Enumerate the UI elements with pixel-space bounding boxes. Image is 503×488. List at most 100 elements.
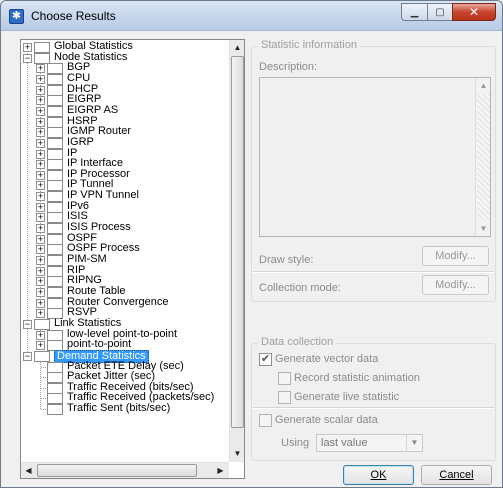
expand-icon[interactable]: +	[36, 170, 45, 180]
tree-checkbox[interactable]	[47, 223, 63, 235]
expand-icon[interactable]: +	[36, 266, 45, 276]
tree-checkbox[interactable]	[47, 329, 63, 341]
tree-checkbox[interactable]	[34, 350, 50, 362]
tree-checkbox[interactable]	[34, 52, 50, 64]
tree-checkbox[interactable]	[47, 286, 63, 298]
tree-item[interactable]: + ISIS Process	[21, 222, 229, 235]
tree-checkbox[interactable]	[47, 276, 63, 288]
expand-icon[interactable]: +	[36, 85, 45, 95]
description-textbox[interactable]: ▲ ▼	[259, 77, 491, 237]
expand-icon[interactable]: +	[23, 43, 32, 52]
scroll-left-arrow-icon[interactable]: ◀	[21, 463, 36, 478]
tree-checkbox[interactable]	[47, 95, 63, 107]
tree-item[interactable]: + IGMP Router	[21, 126, 229, 139]
tree-horizontal-scrollbar[interactable]: ◀ ▶	[21, 462, 229, 478]
tree-checkbox[interactable]	[47, 84, 63, 96]
title-bar[interactable]: ✱ Choose Results ▁ ▢ ✕	[1, 1, 502, 31]
draw-style-modify-button[interactable]: Modify...	[422, 246, 489, 266]
scroll-down-arrow-icon[interactable]: ▼	[230, 446, 245, 461]
expand-icon[interactable]: +	[36, 309, 45, 319]
tree-checkbox[interactable]	[47, 372, 63, 384]
expand-icon[interactable]: +	[36, 330, 45, 340]
tree-checkbox[interactable]	[47, 255, 63, 266]
tree-item[interactable]: + point-to-point	[21, 339, 229, 352]
tree-checkbox[interactable]	[47, 233, 63, 245]
tree-item[interactable]: + IP Processor	[21, 168, 229, 181]
record-animation-checkbox[interactable]	[278, 372, 291, 385]
tree-item[interactable]: + DHCP	[21, 83, 229, 96]
tree-item[interactable]: Traffic Sent (bits/sec)	[21, 403, 229, 416]
tree-checkbox[interactable]	[47, 244, 63, 256]
tree-horizontal-scroll-thumb[interactable]	[37, 464, 197, 477]
tree-checkbox[interactable]	[47, 105, 63, 117]
generate-vector-checkbox[interactable]: ✔	[259, 353, 272, 366]
expand-icon[interactable]: +	[36, 213, 45, 223]
scroll-right-arrow-icon[interactable]: ▶	[213, 463, 228, 478]
expand-icon[interactable]: +	[36, 202, 45, 212]
tree-item[interactable]: − Node Statistics	[21, 51, 229, 64]
tree-item[interactable]: + IPv6	[21, 200, 229, 213]
tree-item[interactable]: + IP VPN Tunnel	[21, 190, 229, 203]
expand-icon[interactable]: +	[36, 106, 45, 116]
expand-icon[interactable]: +	[36, 64, 45, 74]
tree-item[interactable]: + CPU	[21, 72, 229, 85]
tree-checkbox[interactable]	[47, 159, 63, 171]
tree-checkbox[interactable]	[47, 148, 63, 160]
cancel-button[interactable]: Cancel	[421, 465, 492, 485]
tree-vertical-scrollbar[interactable]: ▲ ▼	[229, 40, 244, 462]
tree-checkbox[interactable]	[47, 265, 63, 277]
tree-item[interactable]: + RSVP	[21, 307, 229, 320]
tree-vertical-scroll-thumb[interactable]	[231, 56, 244, 428]
tree-checkbox[interactable]	[47, 116, 63, 128]
tree-checkbox[interactable]	[47, 137, 63, 149]
expand-icon[interactable]: +	[36, 128, 45, 138]
minimize-button[interactable]: ▁	[401, 3, 427, 21]
scroll-up-arrow-icon[interactable]: ▲	[230, 40, 245, 55]
expand-icon[interactable]: +	[36, 256, 45, 265]
using-dropdown[interactable]: last value ▼	[316, 434, 423, 452]
expand-icon[interactable]: +	[36, 277, 45, 287]
generate-live-checkbox[interactable]	[278, 391, 291, 404]
expand-icon[interactable]: +	[36, 138, 45, 148]
expand-icon[interactable]: +	[36, 192, 45, 202]
tree-item[interactable]: + EIGRP AS	[21, 104, 229, 117]
collapse-icon[interactable]: −	[23, 319, 32, 329]
scroll-down-arrow-icon[interactable]: ▼	[476, 221, 491, 236]
tree-item[interactable]: + IP	[21, 147, 229, 160]
tree-checkbox[interactable]	[47, 297, 63, 309]
tree-checkbox[interactable]	[47, 382, 63, 394]
expand-icon[interactable]: +	[36, 96, 45, 106]
tree-checkbox[interactable]	[47, 212, 63, 224]
tree-item[interactable]: + BGP	[21, 62, 229, 75]
tree-checkbox[interactable]	[47, 169, 63, 181]
expand-icon[interactable]: +	[36, 287, 45, 297]
expand-icon[interactable]: +	[36, 224, 45, 234]
tree-checkbox[interactable]	[47, 361, 63, 373]
collection-mode-modify-button[interactable]: Modify...	[422, 275, 489, 295]
tree-checkbox[interactable]	[47, 201, 63, 213]
collapse-icon[interactable]: −	[23, 351, 32, 361]
tree-checkbox[interactable]	[34, 42, 50, 53]
scroll-up-arrow-icon[interactable]: ▲	[476, 78, 491, 93]
collapse-icon[interactable]: −	[23, 53, 32, 63]
expand-icon[interactable]: +	[36, 245, 45, 255]
tree-item[interactable]: + IGRP	[21, 136, 229, 149]
expand-icon[interactable]: +	[36, 160, 45, 170]
generate-scalar-checkbox[interactable]	[259, 414, 272, 427]
close-button[interactable]: ✕	[452, 3, 496, 21]
statistics-tree[interactable]: + Global Statistics − Node Statistics + BGP + C…	[20, 39, 245, 479]
tree-item[interactable]: + Router Convergence	[21, 296, 229, 309]
tree-item[interactable]: + EIGRP	[21, 94, 229, 107]
expand-icon[interactable]: +	[36, 117, 45, 127]
expand-icon[interactable]: +	[36, 234, 45, 244]
tree-checkbox[interactable]	[47, 127, 63, 139]
tree-item[interactable]: + OSPF Process	[21, 243, 229, 256]
maximize-button[interactable]: ▢	[427, 3, 452, 21]
expand-icon[interactable]: +	[36, 74, 45, 84]
tree-checkbox[interactable]	[47, 73, 63, 85]
tree-checkbox[interactable]	[47, 63, 63, 75]
tree-checkbox[interactable]	[34, 318, 50, 330]
expand-icon[interactable]: +	[36, 341, 45, 351]
tree-checkbox[interactable]	[47, 180, 63, 192]
tree-checkbox[interactable]	[47, 393, 63, 405]
